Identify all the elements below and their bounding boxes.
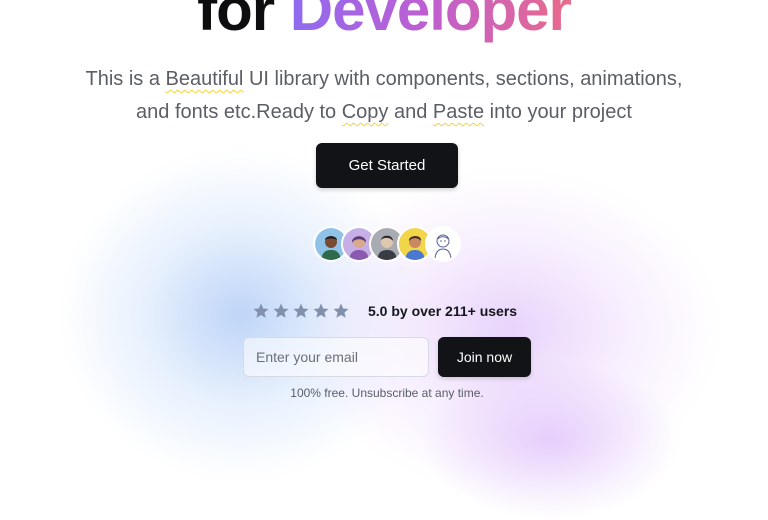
headline-plain: for <box>197 0 290 43</box>
star-icon <box>253 303 269 318</box>
signup-note: 100% free. Unsubscribe at any time. <box>290 386 484 400</box>
rating-row: 5.0 by over 211+ users <box>252 300 517 322</box>
hero-section: for Developer This is a Beautiful UI lib… <box>0 0 768 480</box>
email-input[interactable] <box>243 337 429 377</box>
star-icon <box>273 303 289 318</box>
star-icon <box>313 303 329 318</box>
subtitle-highlight-copy: Copy <box>341 101 389 123</box>
headline-gradient: Developer <box>290 0 572 43</box>
get-started-button[interactable]: Get Started <box>316 143 458 188</box>
star-icon <box>333 303 349 318</box>
rating-text: 5.0 by over 211+ users <box>368 303 518 319</box>
avatar <box>425 226 461 262</box>
subtitle-text: This is a <box>85 68 166 90</box>
subtitle-text: and <box>388 101 433 123</box>
subtitle-highlight-beautiful: Beautiful <box>165 68 244 90</box>
subtitle-highlight-paste: Paste <box>432 101 485 123</box>
subtitle-text: into your project <box>484 101 632 123</box>
hero-headline: for Developer <box>0 0 768 46</box>
avatar-group <box>313 226 461 262</box>
join-now-button[interactable]: Join now <box>438 337 531 377</box>
hero-subtitle: This is a Beautiful UI library with comp… <box>40 63 728 129</box>
subtitle-text: UI library with components, sections, an… <box>243 68 683 90</box>
subtitle-text: and fonts etc.Ready to <box>136 101 342 123</box>
star-icon <box>293 303 309 318</box>
